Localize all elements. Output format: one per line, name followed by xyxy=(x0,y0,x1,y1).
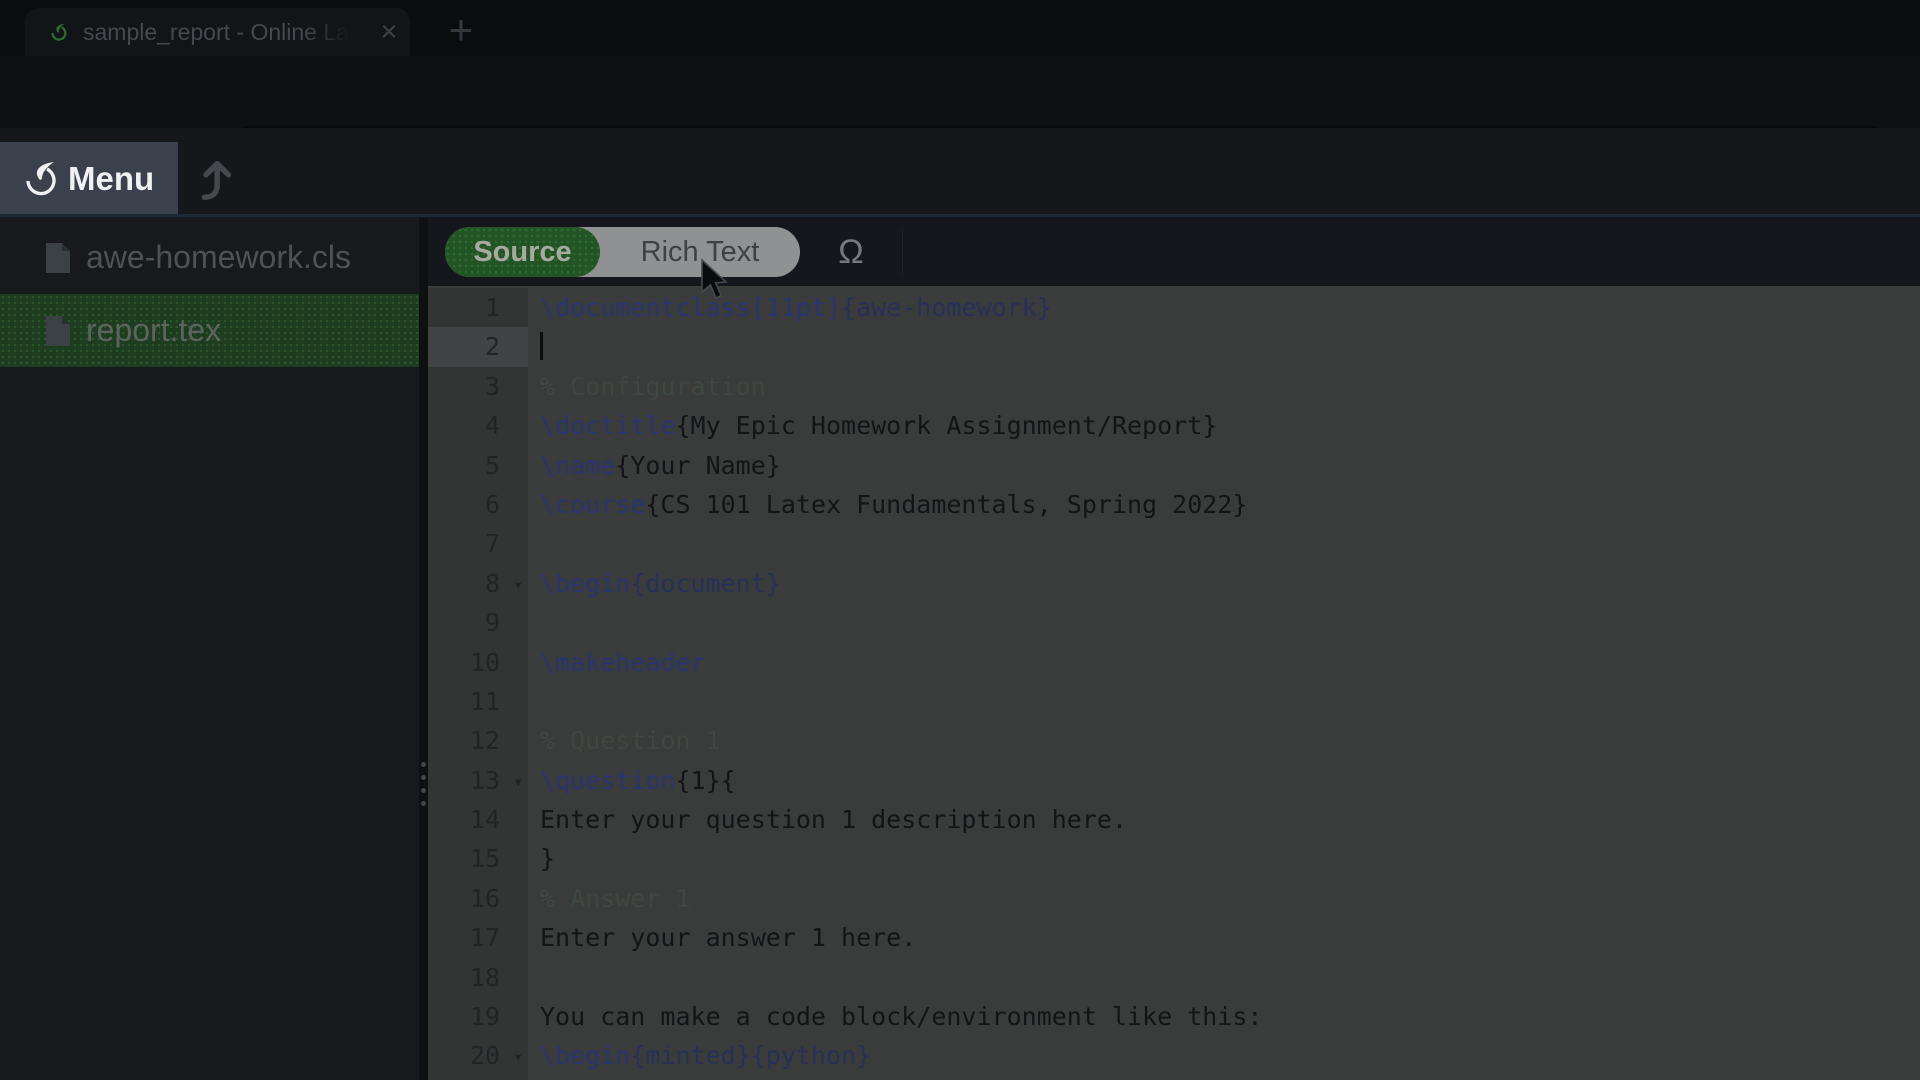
close-tab-icon[interactable]: × xyxy=(371,14,407,50)
code-text: Enter your answer 1 here. xyxy=(528,918,916,957)
code-line[interactable]: 13▾\question{1}{ xyxy=(428,761,1920,800)
code-text: \doctitle{My Epic Homework Assignment/Re… xyxy=(528,406,1217,445)
toolbar-divider xyxy=(902,229,903,275)
code-text: Enter your question 1 description here. xyxy=(528,800,1127,839)
line-number: 17 xyxy=(428,918,528,957)
browser-navbar: https://www.overleaf.com/project/621a59c… xyxy=(0,56,1920,128)
code-line[interactable]: 2 xyxy=(428,327,1920,366)
code-line[interactable]: 1\documentclass[11pt]{awe-homework} xyxy=(428,288,1920,327)
code-text: % Configuration xyxy=(528,367,766,406)
code-text: \makeheader xyxy=(528,643,706,682)
tab-title: sample_report - Online LaTeX Edi xyxy=(83,8,351,56)
line-number: 21 xyxy=(428,1076,528,1080)
file-name: awe-homework.cls xyxy=(86,239,351,276)
code-line[interactable]: 19You can make a code block/environment … xyxy=(428,997,1920,1036)
code-text xyxy=(528,524,540,563)
panel-resize-handle[interactable] xyxy=(419,217,428,1080)
code-line[interactable]: 8▾\begin{document} xyxy=(428,564,1920,603)
line-number: 11 xyxy=(428,682,528,721)
code-text: \question{1}{ xyxy=(528,761,736,800)
code-line[interactable]: 6\course{CS 101 Latex Fundamentals, Spri… xyxy=(428,485,1920,524)
code-line[interactable]: 20▾\begin{minted}{python} xyxy=(428,1036,1920,1075)
line-number: 10 xyxy=(428,643,528,682)
menu-label: Menu xyxy=(68,160,154,198)
line-number: 15 xyxy=(428,839,528,878)
code-text: \documentclass[11pt]{awe-homework} xyxy=(528,288,1052,327)
fold-arrow-icon[interactable]: ▾ xyxy=(513,762,523,801)
code-line[interactable]: 16% Answer 1 xyxy=(428,879,1920,918)
drag-dot xyxy=(421,788,426,793)
overleaf-logo-icon xyxy=(16,157,60,201)
overleaf-header: Menu xyxy=(0,128,1920,216)
code-line[interactable]: 7 xyxy=(428,524,1920,563)
line-number: 6 xyxy=(428,485,528,524)
browser-tab[interactable]: sample_report - Online LaTeX Edi × xyxy=(25,8,410,56)
line-number: 18 xyxy=(428,958,528,997)
browser-tab-strip: sample_report - Online LaTeX Edi × + xyxy=(0,0,1920,56)
line-number: 14 xyxy=(428,800,528,839)
code-line[interactable]: 17Enter your answer 1 here. xyxy=(428,918,1920,957)
drag-dot xyxy=(421,762,426,767)
code-text xyxy=(528,958,540,997)
code-line[interactable]: 9 xyxy=(428,603,1920,642)
code-line[interactable]: 3% Configuration xyxy=(428,367,1920,406)
line-number: 1 xyxy=(428,288,528,327)
code-text xyxy=(528,682,540,721)
drag-dot xyxy=(421,775,426,780)
fold-arrow-icon[interactable]: ▾ xyxy=(513,1037,523,1076)
code-line[interactable]: 12% Question 1 xyxy=(428,721,1920,760)
code-text: % Question 1 xyxy=(528,721,721,760)
new-tab-button[interactable]: + xyxy=(438,8,484,54)
fold-arrow-icon[interactable]: ▾ xyxy=(513,565,523,604)
line-number: 16 xyxy=(428,879,528,918)
code-editor[interactable]: 1\documentclass[11pt]{awe-homework}23% C… xyxy=(428,286,1920,1080)
code-line[interactable]: 11 xyxy=(428,682,1920,721)
file-icon xyxy=(44,314,72,348)
upload-icon[interactable] xyxy=(190,152,238,204)
code-line[interactable]: 14Enter your question 1 description here… xyxy=(428,800,1920,839)
code-text: \begin{document} xyxy=(528,564,781,603)
line-number: 19 xyxy=(428,997,528,1036)
code-line[interactable]: 21def hello(): xyxy=(428,1076,1920,1080)
menu-button[interactable]: Menu xyxy=(0,142,178,216)
text-caret xyxy=(540,332,543,360)
file-item[interactable]: awe-homework.cls xyxy=(0,221,419,294)
code-line[interactable]: 5\name{Your Name} xyxy=(428,446,1920,485)
symbol-palette-button[interactable]: Ω xyxy=(826,227,876,277)
code-text: You can make a code block/environment li… xyxy=(528,997,1262,1036)
file-icon xyxy=(44,241,72,275)
source-toggle[interactable]: Source xyxy=(445,227,600,277)
line-number: 9 xyxy=(428,603,528,642)
line-number: 12 xyxy=(428,721,528,760)
code-line[interactable]: 18 xyxy=(428,958,1920,997)
code-lines: 1\documentclass[11pt]{awe-homework}23% C… xyxy=(428,286,1920,1080)
line-number: 8▾ xyxy=(428,564,528,603)
code-line[interactable]: 10\makeheader xyxy=(428,643,1920,682)
file-item[interactable]: report.tex xyxy=(0,294,419,367)
drag-dot xyxy=(421,801,426,806)
code-text: % Answer 1 xyxy=(528,879,691,918)
code-text: } xyxy=(528,839,555,878)
code-line[interactable]: 4\doctitle{My Epic Homework Assignment/R… xyxy=(428,406,1920,445)
code-text: \name{Your Name} xyxy=(528,446,781,485)
source-richtext-toggle: Source Rich Text xyxy=(445,227,800,277)
code-line[interactable]: 15} xyxy=(428,839,1920,878)
overleaf-favicon xyxy=(47,21,69,43)
line-number: 3 xyxy=(428,367,528,406)
code-text xyxy=(528,603,540,642)
mouse-cursor xyxy=(700,258,736,302)
line-number: 7 xyxy=(428,524,528,563)
line-number: 5 xyxy=(428,446,528,485)
code-text: \course{CS 101 Latex Fundamentals, Sprin… xyxy=(528,485,1247,524)
line-number: 4 xyxy=(428,406,528,445)
line-number: 20▾ xyxy=(428,1036,528,1075)
file-tree: awe-homework.cls report.tex xyxy=(0,217,419,1080)
code-text xyxy=(528,327,543,366)
code-text: def hello(): xyxy=(528,1076,721,1080)
file-name: report.tex xyxy=(86,312,221,349)
line-number: 13▾ xyxy=(428,761,528,800)
editor-toolbar: Source Rich Text Ω xyxy=(428,217,1920,286)
line-number: 2 xyxy=(428,327,528,366)
code-text: \begin{minted}{python} xyxy=(528,1036,871,1075)
